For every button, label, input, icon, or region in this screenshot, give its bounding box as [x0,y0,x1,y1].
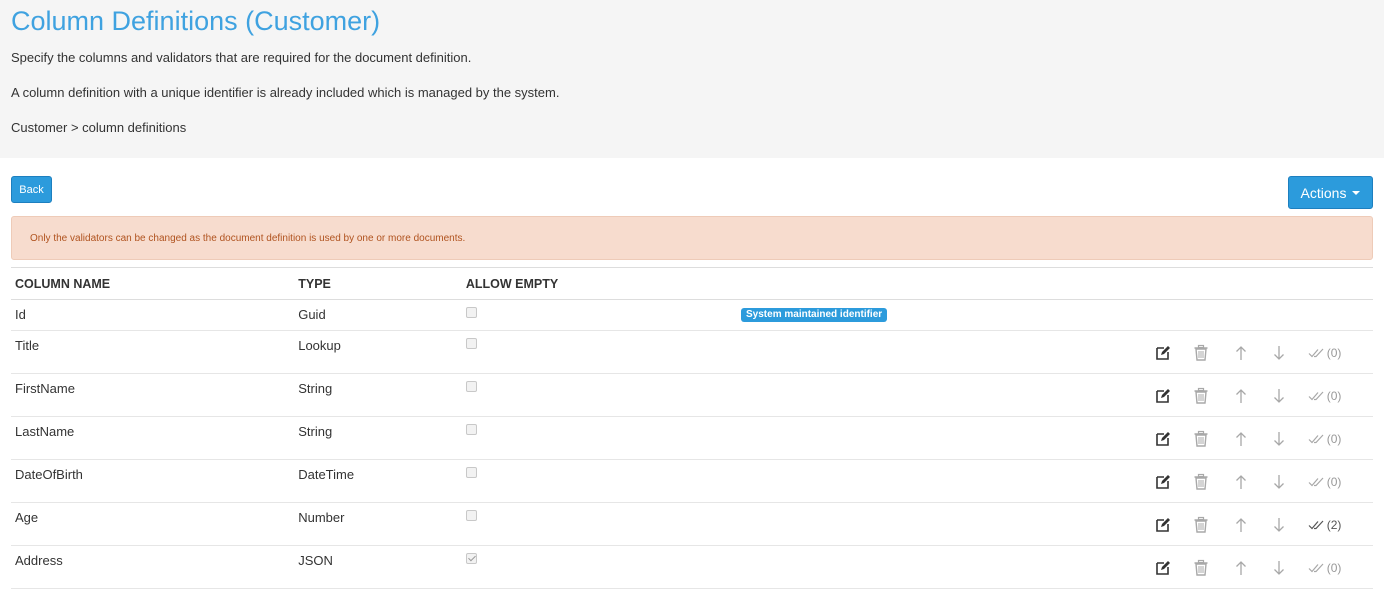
column-type-cell: Guid [298,307,326,322]
trash-icon[interactable] [1192,516,1210,534]
allow-empty-checkbox[interactable] [465,510,477,521]
table-row-address: Address JSON (0) [11,545,1373,589]
validator-count: (0) [1326,561,1342,575]
double-check-icon [1308,563,1324,573]
column-name-cell: Id [15,307,26,322]
allow-empty-checkbox[interactable] [465,338,477,349]
column-type-cell: Lookup [298,338,341,353]
column-type-cell: DateTime [298,467,355,482]
trash-icon[interactable] [1192,387,1210,405]
table-row-lastname: LastName String (0) [11,416,1373,460]
validators-button[interactable]: (0) [1308,475,1342,489]
warning-alert: Only the validators can be changed as th… [11,216,1373,260]
system-identifier-badge: System maintained identifier [741,308,888,322]
double-check-icon [1308,391,1324,401]
double-check-icon [1308,434,1324,444]
validators-button[interactable]: (0) [1308,561,1342,575]
edit-icon[interactable] [1154,344,1172,362]
arrow-up-icon[interactable] [1232,344,1250,362]
column-type-cell: JSON [298,553,333,568]
arrow-down-icon[interactable] [1270,473,1288,491]
header-spacer [727,267,1154,300]
table-row-dateofbirth: DateOfBirth DateTime (0) [11,459,1373,503]
arrow-down-icon[interactable] [1270,559,1288,577]
column-name-cell: FirstName [15,381,75,396]
column-name-cell: Address [15,553,63,568]
allow-empty-checkbox[interactable] [465,467,477,478]
back-button[interactable]: Back [11,176,52,203]
validator-count: (0) [1326,475,1342,489]
trash-icon[interactable] [1192,473,1210,491]
table-row-title: Title Lookup (0) [11,330,1373,374]
column-name-cell: Title [15,338,40,353]
header-actions [1153,267,1373,300]
header-column-name: COLUMN NAME [11,267,295,300]
double-check-icon [1308,520,1324,530]
arrow-down-icon[interactable] [1270,387,1288,405]
trash-icon[interactable] [1192,344,1210,362]
column-type-cell: String [298,424,333,439]
allow-empty-checkbox[interactable] [465,553,477,564]
double-check-icon [1308,477,1324,487]
arrow-up-icon[interactable] [1232,387,1250,405]
arrow-up-icon[interactable] [1232,473,1250,491]
page-description: Specify the columns and validators that … [11,50,472,65]
validator-count: (0) [1326,346,1342,360]
validators-button[interactable]: (2) [1308,518,1342,532]
validator-count: (0) [1326,432,1342,446]
table-header-row: COLUMN NAME TYPE ALLOW EMPTY [11,267,1373,300]
toolbar: Back Actions [0,158,1384,214]
header-allow-empty: ALLOW EMPTY [461,267,728,300]
edit-icon[interactable] [1154,387,1172,405]
breadcrumb: Customer > column definitions [11,120,187,135]
allow-empty-checkbox[interactable] [465,307,477,318]
actions-label: Actions [1300,184,1347,201]
alert-message: Only the validators can be changed as th… [30,232,466,244]
arrow-up-icon[interactable] [1232,430,1250,448]
arrow-up-icon[interactable] [1232,516,1250,534]
edit-icon[interactable] [1154,473,1172,491]
table-row-firstname: FirstName String (0) [11,373,1373,417]
column-name-cell: Age [15,510,39,525]
double-check-icon [1308,348,1324,358]
allow-empty-checkbox[interactable] [465,424,477,435]
column-name-cell: DateOfBirth [15,467,83,482]
caret-down-icon [1352,190,1361,195]
header-band: Column Definitions (Customer) Specify th… [0,0,1384,158]
edit-icon[interactable] [1154,559,1172,577]
arrow-up-icon[interactable] [1232,559,1250,577]
edit-icon[interactable] [1154,516,1172,534]
arrow-down-icon[interactable] [1270,516,1288,534]
column-type-cell: String [298,381,333,396]
actions-dropdown-button[interactable]: Actions [1288,176,1373,209]
column-type-cell: Number [298,510,345,525]
page-note: A column definition with a unique identi… [11,85,560,100]
validators-button[interactable]: (0) [1308,346,1342,360]
header-type: TYPE [294,267,462,300]
edit-icon[interactable] [1154,430,1172,448]
arrow-down-icon[interactable] [1270,344,1288,362]
table-row-age: Age Number (2) [11,502,1373,546]
table-row-id: Id Guid System maintained identifier [11,299,1373,331]
allow-empty-checkbox[interactable] [465,381,477,392]
page-title: Column Definitions (Customer) [11,6,381,36]
trash-icon[interactable] [1192,559,1210,577]
trash-icon[interactable] [1192,430,1210,448]
column-name-cell: LastName [15,424,75,439]
validator-count: (0) [1326,389,1342,403]
validators-button[interactable]: (0) [1308,432,1342,446]
validator-count: (2) [1326,518,1342,532]
validators-button[interactable]: (0) [1308,389,1342,403]
column-definitions-table: COLUMN NAME TYPE ALLOW EMPTY Id Guid Sys… [11,267,1373,589]
arrow-down-icon[interactable] [1270,430,1288,448]
